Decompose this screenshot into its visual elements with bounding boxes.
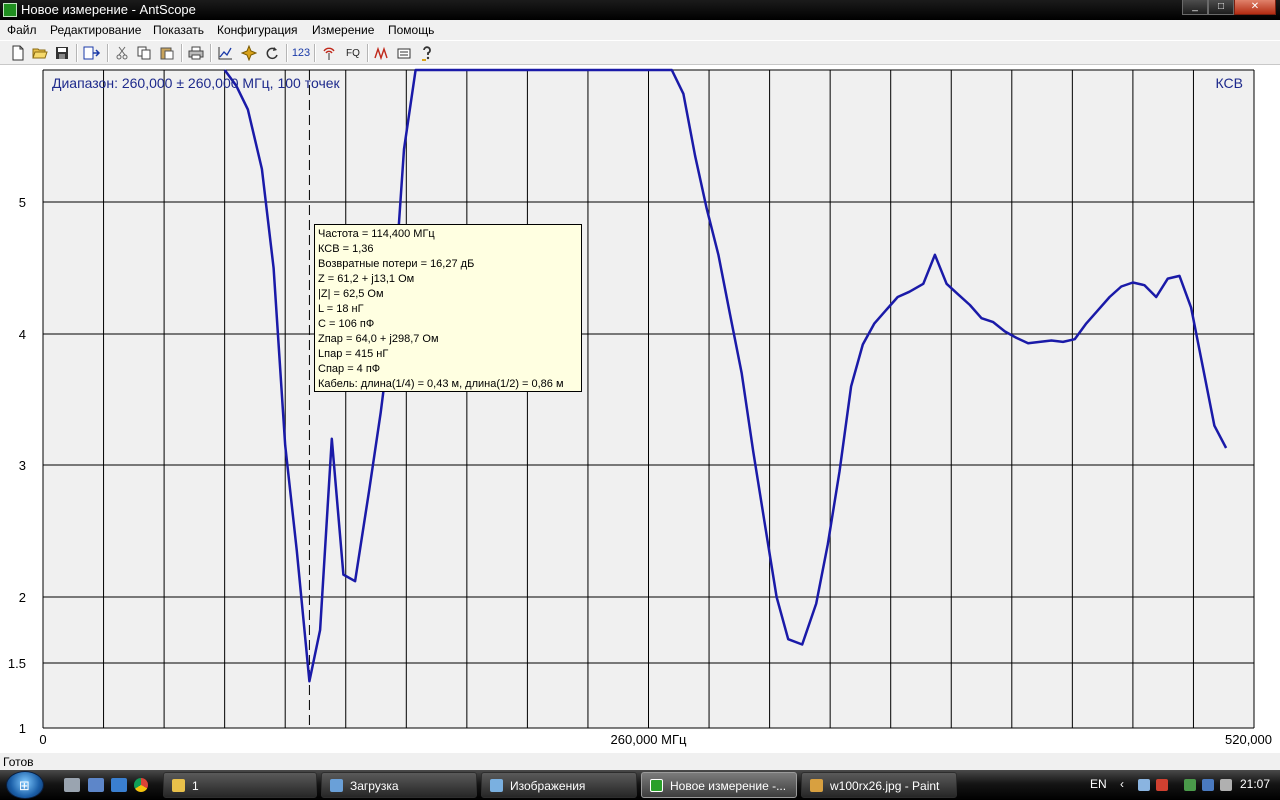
y-tick-label: 4 — [19, 327, 26, 342]
toolbar-separator — [107, 44, 109, 62]
volume-icon[interactable] — [1220, 779, 1232, 791]
close-button[interactable]: ✕ — [1234, 0, 1276, 15]
app-icon — [3, 3, 17, 17]
tooltip-parallel-capacitance: Cпар = 4 пФ — [318, 363, 381, 375]
show-desktop-icon[interactable] — [64, 778, 80, 792]
new-file-icon[interactable] — [9, 44, 27, 62]
fq-icon[interactable]: FQ — [343, 44, 363, 62]
y-tick-label: 3 — [19, 458, 26, 473]
menu-bar: Файл Редактирование Показать Конфигураци… — [0, 20, 1280, 40]
y-tick-label: 5 — [19, 195, 26, 210]
menu-edit[interactable]: Редактирование — [50, 23, 141, 37]
open-folder-icon[interactable] — [31, 44, 49, 62]
menu-view[interactable]: Показать — [153, 23, 204, 37]
battery-icon[interactable] — [1184, 779, 1196, 791]
toolbar-separator — [76, 44, 78, 62]
antscope-icon — [650, 779, 663, 792]
y-tick-label: 2 — [19, 590, 26, 605]
x-tick-label: 260,000 МГц — [611, 732, 687, 747]
y-tick-label: 1 — [19, 721, 26, 736]
switch-windows-icon[interactable] — [88, 778, 104, 792]
vertical-gridlines — [42, 70, 1255, 728]
tooltip-cable-length: Кабель: длина(1/4) = 0,43 м, длина(1/2) … — [318, 378, 564, 390]
tooltip-impedance: Z = 61,2 + j13,1 Ом — [318, 273, 415, 285]
menu-file[interactable]: Файл — [7, 23, 37, 37]
pictures-icon — [490, 779, 503, 792]
language-indicator[interactable]: EN — [1090, 777, 1107, 791]
toolbar: 123 FQ — [0, 40, 1280, 65]
toolbar-separator — [367, 44, 369, 62]
menu-configuration[interactable]: Конфигурация — [217, 23, 298, 37]
status-text: Готов — [3, 755, 34, 769]
taskbar-item-pictures[interactable]: Изображения — [481, 772, 637, 798]
save-icon[interactable] — [53, 44, 71, 62]
explorer-quicklaunch-icon[interactable] — [111, 778, 127, 792]
download-icon — [330, 779, 343, 792]
y-tick-label: 1.5 — [8, 656, 26, 671]
window-title: Новое измерение - AntScope — [21, 2, 196, 17]
print-icon[interactable] — [187, 44, 205, 62]
tooltip-parallel-impedance: Zпар = 64,0 + j298,7 Ом — [318, 333, 439, 345]
x-axis-ticks: 0 260,000 МГц 520,000 — [39, 732, 1272, 747]
tooltip-return-loss: Возвратные потери = 16,27 дБ — [318, 258, 475, 270]
export-icon[interactable] — [83, 44, 101, 62]
network-icon[interactable] — [1138, 779, 1150, 791]
toolbar-separator — [314, 44, 316, 62]
taskbar-item-paint[interactable]: w100rx26.jpg - Paint — [801, 772, 957, 798]
cut-icon[interactable] — [113, 44, 131, 62]
maximize-button[interactable]: □ — [1208, 0, 1234, 15]
toolbar-separator — [181, 44, 183, 62]
window-controls: _ □ ✕ — [1182, 0, 1276, 16]
y-axis-ticks: 1 1.5 2 3 4 5 — [8, 195, 26, 736]
title-bar: Новое измерение - AntScope _ □ ✕ — [0, 0, 1280, 20]
chart-icon[interactable] — [216, 44, 234, 62]
taskbar: ⊞ 1 Загрузка Изображения Новое измерение… — [0, 770, 1280, 800]
tray-expand-icon[interactable]: ‹ — [1120, 777, 1124, 791]
paste-icon[interactable] — [158, 44, 176, 62]
folder-icon — [172, 779, 185, 792]
tooltip-frequency: Частота = 114,400 МГц — [318, 228, 435, 240]
measurement-tooltip: Частота = 114,400 МГц КСВ = 1,36 Возврат… — [314, 224, 582, 392]
system-tray: EN ‹ 21:07 — [1080, 770, 1280, 800]
menu-help[interactable]: Помощь — [388, 23, 434, 37]
chart-area[interactable]: 1 1.5 2 3 4 5 0 260,000 МГц 520,000 Диапазон: 2… — [0, 65, 1280, 753]
folder-open-icon[interactable] — [396, 44, 414, 62]
tooltip-impedance-magnitude: |Z| = 62,5 Ом — [318, 288, 384, 300]
start-button[interactable]: ⊞ — [6, 771, 44, 799]
toolbar-separator — [286, 44, 288, 62]
tooltip-inductance: L = 18 нГ — [318, 303, 364, 315]
x-tick-label: 0 — [39, 732, 46, 747]
wireless-off-icon[interactable] — [1156, 779, 1168, 791]
monitor-icon[interactable] — [1202, 779, 1214, 791]
status-bar: Готов — [0, 753, 1280, 770]
swr-chart[interactable]: 1 1.5 2 3 4 5 0 260,000 МГц 520,000 Диапазон: 2… — [0, 65, 1280, 753]
paint-icon — [810, 779, 823, 792]
toolbar-separator — [210, 44, 212, 62]
help-icon[interactable] — [418, 44, 436, 62]
minimize-button[interactable]: _ — [1182, 0, 1208, 15]
settings-icon[interactable] — [240, 44, 258, 62]
windows-logo-icon: ⊞ — [19, 778, 30, 793]
markers-icon[interactable] — [373, 44, 391, 62]
range-label: Диапазон: 260,000 ± 260,000 МГц, 100 точ… — [52, 75, 341, 91]
tooltip-capacitance: C = 106 пФ — [318, 318, 375, 330]
number-icon[interactable]: 123 — [291, 44, 311, 62]
swr-mode-label: КСВ — [1216, 75, 1243, 91]
taskbar-item-downloads[interactable]: Загрузка — [321, 772, 477, 798]
x-tick-label: 520,000 — [1225, 732, 1272, 747]
refresh-icon[interactable] — [263, 44, 281, 62]
taskbar-item-antscope[interactable]: Новое измерение -... — [641, 772, 797, 798]
antenna-icon[interactable] — [320, 44, 338, 62]
copy-icon[interactable] — [135, 44, 153, 62]
menu-measurement[interactable]: Измерение — [312, 23, 374, 37]
clock[interactable]: 21:07 — [1240, 777, 1270, 791]
tooltip-parallel-inductance: Lпар = 415 нГ — [318, 348, 389, 360]
tooltip-swr: КСВ = 1,36 — [318, 243, 374, 255]
taskbar-item-folder-1[interactable]: 1 — [163, 772, 317, 798]
chrome-icon[interactable] — [134, 778, 148, 792]
